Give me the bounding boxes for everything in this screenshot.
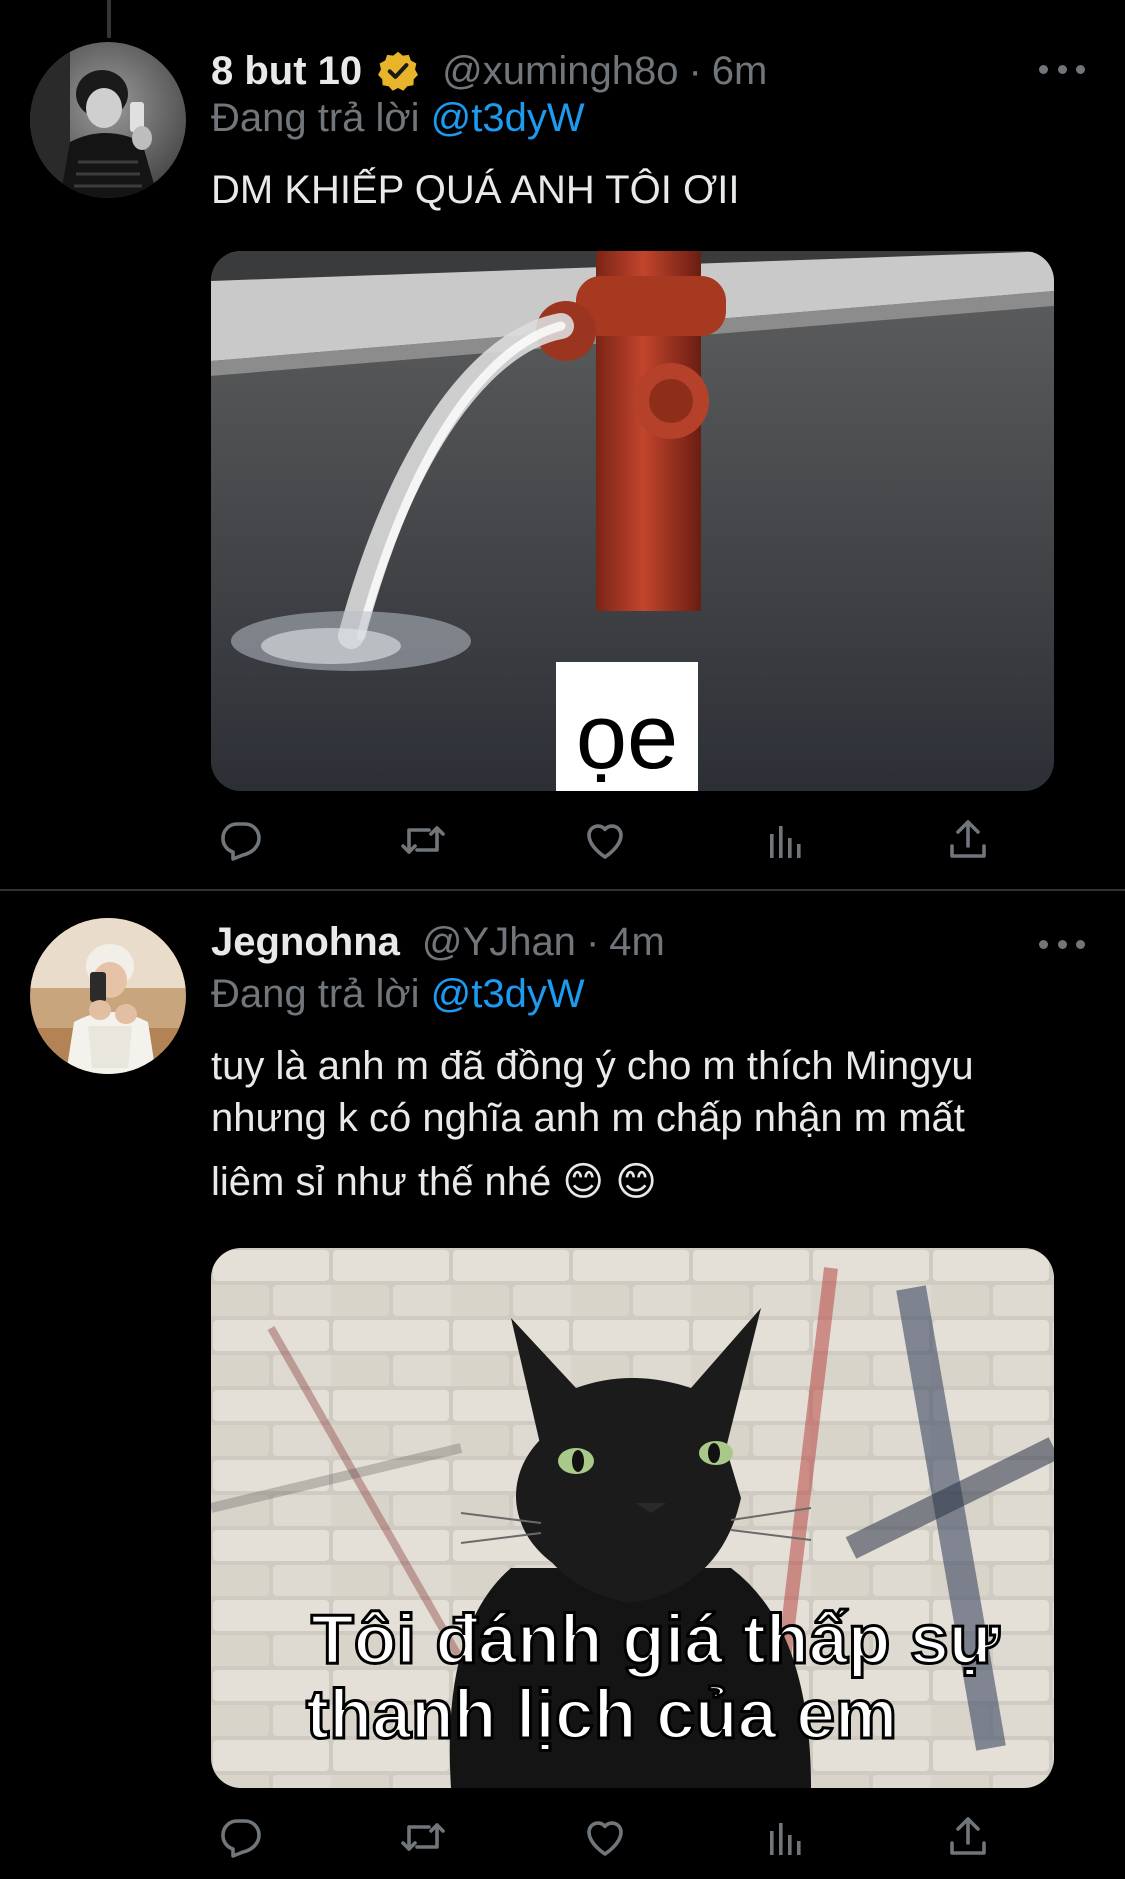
tweet[interactable]: 8 but 10 @xumingh8o · 6m Đang trả lời @t… <box>0 0 1125 890</box>
tweet-actions <box>211 810 1011 870</box>
meme-caption-line2: thanh lịch của em <box>306 1675 897 1753</box>
replying-to: Đang trả lời @t3dyW <box>211 96 585 141</box>
handle[interactable]: @xumingh8o <box>442 49 678 94</box>
timestamp[interactable]: 6m <box>712 49 768 94</box>
tweet-media-image[interactable]: ọe <box>211 251 1054 791</box>
verified-badge-icon <box>376 49 420 93</box>
like-icon[interactable] <box>575 810 635 870</box>
tweet-text: DM KHIẾP QUÁ ANH TÔI ƠII <box>211 168 740 212</box>
reply-icon[interactable] <box>211 810 271 870</box>
handle[interactable]: @YJhan <box>422 920 576 965</box>
reply-prefix: Đang trả lời <box>211 96 420 140</box>
more-options-icon[interactable] <box>1039 54 1085 84</box>
tweet-divider <box>0 889 1125 891</box>
reply-icon[interactable] <box>211 1807 271 1867</box>
display-name[interactable]: Jegnohna <box>211 920 400 965</box>
display-name[interactable]: 8 but 10 <box>211 49 362 94</box>
separator-dot: · <box>688 48 702 93</box>
meme-caption-line1: Tôi đánh giá thấp sự <box>311 1600 1000 1678</box>
retweet-icon[interactable] <box>393 810 453 870</box>
reply-mention-link[interactable]: @t3dyW <box>431 972 585 1016</box>
tweet-text-line: nhưng k có nghĩa anh m chấp nhận m mất <box>211 1096 965 1140</box>
meme-caption: ọe <box>576 686 678 788</box>
share-icon[interactable] <box>938 1807 998 1867</box>
tweet-media-image[interactable]: Tôi đánh giá thấp sự thanh lịch của em <box>211 1248 1054 1788</box>
analytics-icon[interactable] <box>756 810 816 870</box>
reply-mention-link[interactable]: @t3dyW <box>431 96 585 140</box>
share-icon[interactable] <box>938 810 998 870</box>
more-options-icon[interactable] <box>1039 929 1085 959</box>
tweet-header: Jegnohna @YJhan · 4m <box>211 917 1065 967</box>
tweet-text: tuy là anh m đã đồng ý cho m thích Mingy… <box>211 1040 1081 1208</box>
avatar-image <box>30 42 186 198</box>
reply-prefix: Đang trả lời <box>211 972 420 1016</box>
analytics-icon[interactable] <box>756 1807 816 1867</box>
separator-dot: · <box>585 919 600 964</box>
replying-to: Đang trả lời @t3dyW <box>211 972 585 1017</box>
avatar[interactable] <box>30 42 186 198</box>
retweet-icon[interactable] <box>393 1807 453 1867</box>
tweet-actions <box>211 1807 1011 1867</box>
black-cat-meme-image: Tôi đánh giá thấp sự thanh lịch của em <box>211 1248 1054 1788</box>
tweet-header: 8 but 10 @xumingh8o · 6m <box>211 46 1065 96</box>
like-icon[interactable] <box>575 1807 635 1867</box>
tweet[interactable]: Jegnohna @YJhan · 4m Đang trả lời @t3dyW… <box>0 892 1125 1879</box>
tweet-text-line: liêm sỉ như thế nhé 😊 😊 <box>211 1160 657 1204</box>
avatar[interactable] <box>30 918 186 1074</box>
timestamp[interactable]: 4m <box>609 920 665 965</box>
tweet-text-line: tuy là anh m đã đồng ý cho m thích Mingy… <box>211 1044 974 1088</box>
avatar-image <box>30 918 186 1074</box>
fire-hydrant-meme-image: ọe <box>211 251 1054 791</box>
